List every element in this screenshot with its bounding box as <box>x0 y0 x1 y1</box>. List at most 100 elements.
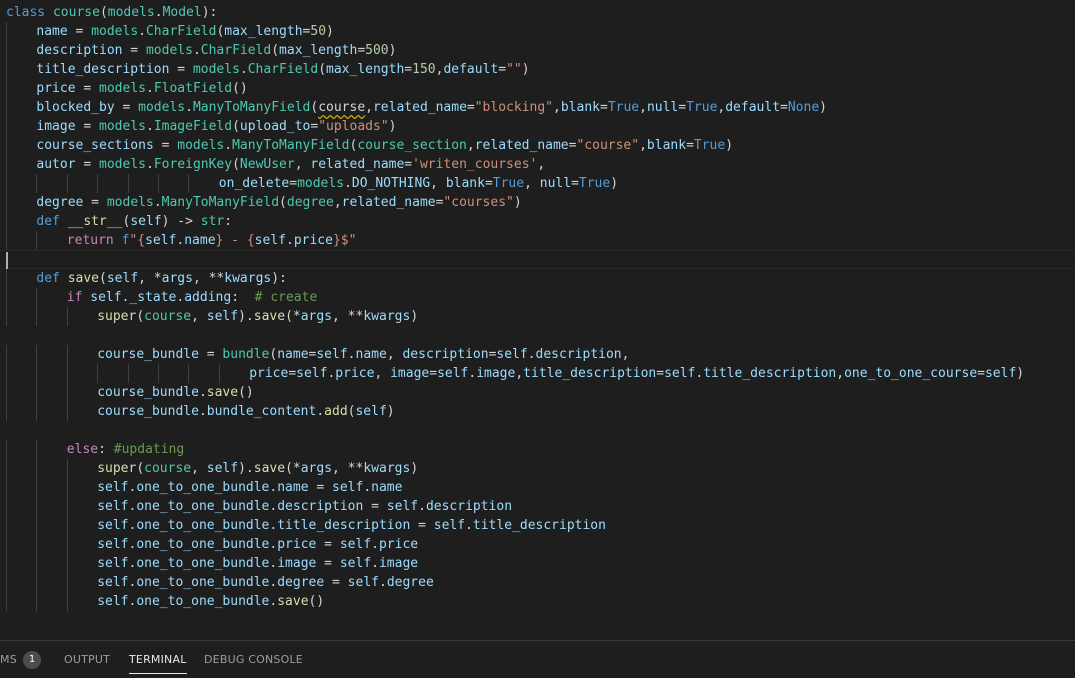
code-line[interactable]: self.one_to_one_bundle.save() <box>0 592 1075 611</box>
code-line[interactable]: else: #updating <box>0 440 1075 459</box>
code-token: models <box>99 81 146 96</box>
code-line[interactable]: autor = models.ForeignKey(NewUser, relat… <box>0 155 1075 174</box>
indent-guide <box>6 402 7 421</box>
code-token: . <box>371 556 379 571</box>
indent-guide <box>36 307 38 326</box>
indent-guide <box>6 60 7 79</box>
code-token: = <box>75 81 100 96</box>
code-editor[interactable]: class course(models.Model): name = models… <box>0 0 1075 640</box>
code-token: self <box>254 233 286 248</box>
code-text: class course(models.Model): <box>6 3 217 22</box>
code-token: degree <box>386 575 434 590</box>
indent-guide <box>66 516 68 535</box>
code-token: related_name <box>372 100 467 115</box>
code-text: self.one_to_one_bundle.title_description… <box>97 516 606 535</box>
code-line[interactable]: self.one_to_one_bundle.image = self.imag… <box>0 554 1075 573</box>
code-line[interactable]: class course(models.Model): <box>0 3 1075 22</box>
code-line[interactable] <box>0 250 1075 269</box>
code-line[interactable]: self.one_to_one_bundle.description = sel… <box>0 497 1075 516</box>
indent-guide <box>36 554 38 573</box>
code-token: (* <box>285 309 301 324</box>
code-line[interactable]: super(course, self).save(*args, **kwargs… <box>0 307 1075 326</box>
code-token: null <box>539 176 572 191</box>
code-token: ) <box>819 100 827 115</box>
code-token: price <box>249 366 289 381</box>
indent-guide <box>66 535 68 554</box>
indent-guide <box>127 174 129 193</box>
code-token: = <box>288 366 297 381</box>
code-line[interactable]: self.one_to_one_bundle.title_description… <box>0 516 1075 535</box>
code-token: name <box>371 480 403 495</box>
indent-guide <box>66 459 68 478</box>
indent-guide <box>6 345 7 364</box>
code-token: , <box>374 366 391 381</box>
indent-guide <box>66 497 68 516</box>
tab-terminal[interactable]: TERMINAL <box>129 641 187 678</box>
code-token: args <box>300 461 333 476</box>
code-line[interactable] <box>0 326 1075 345</box>
code-line[interactable]: return f"{self.name} - {self.price}$" <box>0 231 1075 250</box>
code-token: = <box>316 556 340 571</box>
code-line[interactable]: image = models.ImageField(upload_to="upl… <box>0 117 1075 136</box>
code-token: self <box>97 575 129 590</box>
code-line[interactable]: description = models.CharField(max_lengt… <box>0 41 1075 60</box>
code-token: = <box>410 518 434 533</box>
code-token: description <box>277 499 364 514</box>
code-token: course_bundle <box>97 347 199 362</box>
code-line[interactable]: def __str__(self) -> str: <box>0 212 1075 231</box>
code-token: . <box>344 176 352 191</box>
code-token: def <box>36 214 68 229</box>
tab-debug-console[interactable]: DEBUG CONSOLE <box>204 641 303 678</box>
code-line[interactable]: title_description = models.CharField(max… <box>0 60 1075 79</box>
code-line[interactable]: degree = models.ManyToManyField(degree,r… <box>0 193 1075 212</box>
code-line[interactable]: self.one_to_one_bundle.degree = self.deg… <box>0 573 1075 592</box>
indent-guide <box>6 288 7 307</box>
code-line[interactable]: blocked_by = models.ManyToManyField(cour… <box>0 98 1075 117</box>
code-line[interactable]: course_sections = models.ManyToManyField… <box>0 136 1075 155</box>
code-line[interactable]: if self._state.adding: # create <box>0 288 1075 307</box>
code-token: course <box>144 461 192 476</box>
code-token: . <box>145 81 154 96</box>
code-line[interactable]: def save(self, *args, **kwargs): <box>0 269 1075 288</box>
problems-count-badge: 1 <box>23 651 41 669</box>
tab-problems[interactable]: MS <box>0 641 17 678</box>
code-line[interactable]: course_bundle = bundle(name=self.name, d… <box>0 345 1075 364</box>
code-token: save <box>206 385 239 400</box>
tab-output[interactable]: OUTPUT <box>64 641 110 678</box>
code-token: on_delete <box>218 176 290 191</box>
code-line[interactable]: price=self.price, image=self.image,title… <box>0 364 1075 383</box>
code-token: max_length <box>224 24 303 39</box>
code-token: 'writen_courses' <box>412 157 538 172</box>
code-line[interactable]: price = models.FloatField() <box>0 79 1075 98</box>
code-token: ) <box>513 195 522 210</box>
code-line[interactable]: self.one_to_one_bundle.price = self.pric… <box>0 535 1075 554</box>
code-token: blank <box>646 138 687 153</box>
code-token: super <box>97 461 137 476</box>
code-line[interactable]: super(course, self).save(*args, **kwargs… <box>0 459 1075 478</box>
code-token: . <box>198 385 207 400</box>
code-token: if <box>66 290 91 305</box>
code-token: = <box>324 575 348 590</box>
code-token: . <box>185 100 193 115</box>
code-token: one_to_one_bundle <box>136 518 270 533</box>
code-line[interactable]: course_bundle.bundle_content.add(self) <box>0 402 1075 421</box>
code-line[interactable]: on_delete=models.DO_NOTHING, blank=True,… <box>0 174 1075 193</box>
code-text: self.one_to_one_bundle.description = sel… <box>97 497 512 516</box>
code-token: DO_NOTHING <box>351 176 431 191</box>
code-token: ) <box>326 24 334 39</box>
code-token: . <box>154 5 163 20</box>
code-token: , <box>466 138 475 153</box>
indent-guide <box>6 98 7 117</box>
code-token: default <box>725 100 781 115</box>
code-token: 500 <box>365 43 389 58</box>
code-line[interactable]: self.one_to_one_bundle.name = self.name <box>0 478 1075 497</box>
code-token: self <box>145 233 177 248</box>
code-line[interactable]: course_bundle.save() <box>0 383 1075 402</box>
code-token: . <box>239 62 248 77</box>
code-token: . <box>192 43 201 58</box>
indent-guide <box>36 497 38 516</box>
code-line[interactable] <box>0 421 1075 440</box>
indent-guide <box>36 174 38 193</box>
code-line[interactable]: name = models.CharField(max_length=50) <box>0 22 1075 41</box>
code-text: price = models.FloatField() <box>36 79 247 98</box>
